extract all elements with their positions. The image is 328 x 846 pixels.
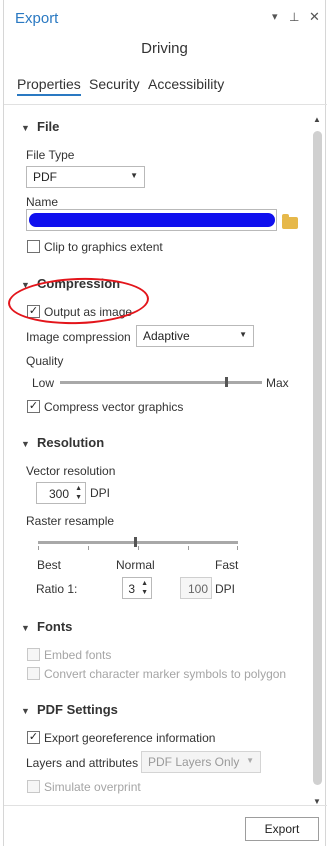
file-type-value: PDF [33,170,57,184]
raster-dpi-value: 100 [187,582,208,596]
pane-title: Export [15,10,59,27]
layers-attributes-label: Layers and attributes [26,756,139,770]
folder-icon[interactable] [282,214,298,229]
raster-fast-label: Fast [215,558,239,572]
scrollbar-thumb[interactable] [313,131,322,785]
output-image-label: Output as image [44,305,133,319]
ratio-label: Ratio 1: [36,582,78,596]
ratio-stepper[interactable]: 3 ▲ ▼ [122,577,152,599]
image-compression-value: Adaptive [143,329,190,343]
map-name: Driving [141,40,188,57]
quality-slider[interactable] [60,381,262,384]
collapse-chevron-icon: ▼ [21,280,30,290]
simulate-overprint-label: Simulate overprint [44,780,141,794]
layers-attributes-dropdown: PDF Layers Only ▼ [141,751,261,773]
fonts-section-title: Fonts [37,619,73,634]
georef-label: Export georeference information [44,731,216,745]
clip-label: Clip to graphics extent [44,240,163,254]
georef-checkbox[interactable]: ✓ [27,731,40,744]
convert-markers-checkbox [27,667,40,680]
scroll-down-icon[interactable]: ▼ [313,797,321,806]
file-section-title: File [37,119,60,134]
embed-fonts-checkbox [27,648,40,661]
collapse-chevron-icon: ▼ [21,123,30,133]
raster-resample-thumb[interactable] [134,537,137,547]
tab-security[interactable]: Security [89,76,140,92]
compression-section-title: Compression [37,276,121,291]
tab-accessibility[interactable]: Accessibility [148,76,224,92]
raster-resample-slider[interactable] [38,541,238,544]
raster-normal-label: Normal [116,558,155,572]
compress-vector-checkbox[interactable]: ✓ [27,400,40,413]
vertical-scrollbar[interactable]: ▲ ▼ [311,113,323,809]
stepper-arrows-icon[interactable]: ▲ ▼ [75,484,82,502]
file-type-dropdown[interactable]: PDF ▼ [26,166,145,188]
compression-section-header[interactable]: ▼ Compression [21,276,120,291]
quality-low-label: Low [32,376,55,390]
scroll-up-icon[interactable]: ▲ [313,115,321,124]
redaction-scribble [29,213,275,227]
tab-properties[interactable]: Properties [17,76,81,96]
collapse-chevron-icon: ▼ [21,439,30,449]
pdf-settings-section-header[interactable]: ▼ PDF Settings [21,702,118,717]
options-dropdown-icon[interactable]: ▾ [272,10,278,24]
stepper-arrows-icon[interactable]: ▲ ▼ [141,579,148,597]
pdf-settings-section-title: PDF Settings [37,702,118,717]
pin-icon[interactable]: ⊥ [289,10,299,24]
name-input[interactable] [26,209,277,231]
quality-slider-thumb[interactable] [224,377,228,387]
embed-fonts-label: Embed fonts [44,648,112,662]
collapse-chevron-icon: ▼ [21,623,30,633]
ratio-value: 3 [128,582,135,596]
raster-dpi-unit: DPI [215,582,236,596]
raster-dpi-field: 100 [180,577,212,599]
raster-resample-label: Raster resample [26,514,115,528]
pane-titlebar: Export ▾ ⊥ ✕ [4,0,325,34]
collapse-chevron-icon: ▼ [21,706,30,716]
export-button[interactable]: Export [245,817,319,841]
close-icon[interactable]: ✕ [309,10,320,24]
chevron-down-icon: ▼ [130,171,138,180]
convert-markers-label: Convert character marker symbols to poly… [44,667,287,681]
raster-best-label: Best [37,558,62,572]
vector-dpi-unit: DPI [90,486,111,500]
vector-resolution-stepper[interactable]: 300 ▲ ▼ [36,482,86,504]
chevron-down-icon: ▼ [239,330,247,339]
file-section-header[interactable]: ▼ File [21,119,59,134]
quality-max-label: Max [266,376,289,390]
slider-tick [38,546,39,550]
name-label: Name [26,195,59,209]
resolution-section-title: Resolution [37,435,105,450]
layers-attributes-value: PDF Layers Only [148,755,240,769]
image-compression-label: Image compression [26,330,131,344]
export-pane: Export ▾ ⊥ ✕ Driving Properties Security… [3,0,327,846]
slider-tick [237,546,238,550]
vector-resolution-value: 300 [48,487,69,501]
slider-tick [138,546,139,550]
quality-label: Quality [26,354,64,368]
simulate-overprint-checkbox [27,780,40,793]
compress-vector-label: Compress vector graphics [44,400,184,414]
clip-checkbox[interactable] [27,240,40,253]
slider-tick [188,546,189,550]
resolution-section-header[interactable]: ▼ Resolution [21,435,104,450]
chevron-down-icon: ▼ [246,756,254,765]
file-type-label: File Type [26,148,75,162]
fonts-section-header[interactable]: ▼ Fonts [21,619,72,634]
tab-bar: Properties Security Accessibility [4,74,325,100]
slider-tick [88,546,89,550]
image-compression-dropdown[interactable]: Adaptive ▼ [136,325,254,347]
output-image-checkbox[interactable]: ✓ [27,305,40,318]
vector-resolution-label: Vector resolution [26,464,116,478]
